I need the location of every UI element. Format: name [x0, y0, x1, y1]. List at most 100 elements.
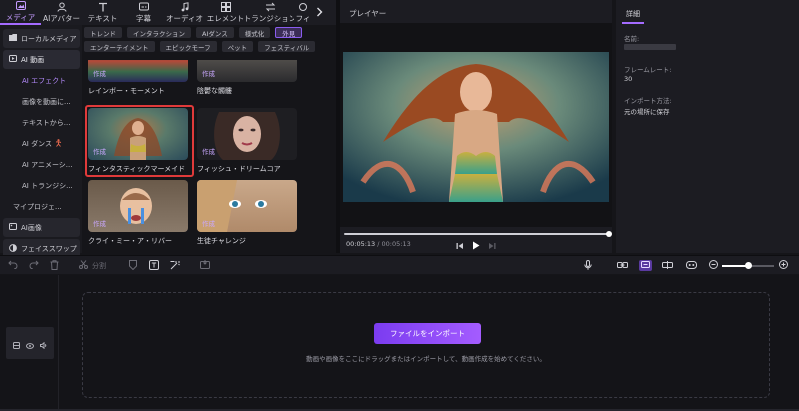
avatar-icon — [56, 2, 67, 12]
play-icon — [472, 235, 480, 254]
tab-text[interactable]: テキスト — [82, 0, 123, 25]
nav-ai-animation-label: AI アニメーシ... — [22, 160, 73, 169]
chip-trend[interactable]: トレンド — [84, 27, 122, 38]
timeline-area: ファイルをインポート 動画や画像をここにドラッグまたはインポートして、動画作成を… — [0, 275, 799, 411]
effect-caption: 陰鬱な髑髏 — [197, 87, 232, 95]
import-file-button[interactable]: ファイルをインポート — [374, 323, 481, 344]
effect-card-cry-me-a-river[interactable]: 作成 クライ・ミー・ア・リバー — [88, 180, 188, 246]
playback-scrubber[interactable] — [606, 231, 612, 237]
nav-ai-animation[interactable]: AI アニメーシ... — [3, 155, 80, 174]
nav-ai-effect[interactable]: AI エフェクト — [3, 71, 80, 90]
chip-pet[interactable]: ペット — [221, 41, 254, 52]
zoom-out-icon — [709, 260, 718, 271]
export-frame-button[interactable] — [200, 260, 210, 271]
tab-audio-label: オーディオ — [166, 13, 203, 23]
microphone-button[interactable] — [584, 259, 592, 271]
zoom-in-icon — [779, 260, 788, 271]
nav-image-to-video[interactable]: 画像を動画に... — [3, 92, 80, 111]
track-header — [6, 327, 54, 359]
play-button[interactable] — [471, 239, 481, 249]
track-audio-icon[interactable] — [40, 334, 47, 353]
element-icon — [220, 1, 231, 12]
tab-details[interactable]: 詳細 — [622, 6, 644, 24]
magic-wand-icon — [170, 260, 180, 272]
chip-stylized[interactable]: 様式化 — [238, 27, 271, 38]
tab-ai-avatar[interactable]: AIアバター — [41, 0, 82, 25]
track-video-icon[interactable] — [13, 334, 20, 353]
effect-card-gloomy-skull[interactable]: 作成 陰鬱な髑髏 — [197, 60, 297, 96]
subtitle-icon — [138, 2, 149, 12]
text-box-icon — [149, 259, 159, 272]
tab-ai-avatar-label: AIアバター — [42, 13, 81, 23]
prev-frame-icon — [456, 235, 464, 254]
effect-card-rainbow-moment[interactable]: 作成 レインボー・モーメント — [88, 60, 188, 96]
nav-ai-transition-label: AI トランジシ... — [22, 181, 73, 190]
link-button[interactable] — [617, 260, 628, 271]
effect-caption: 生徒チャレンジ — [197, 237, 246, 245]
chip-appearance[interactable]: 外見 — [275, 27, 303, 38]
chip-festival[interactable]: フェスティバル — [258, 41, 316, 52]
chip-entertainment[interactable]: エンターテイメント — [84, 41, 155, 52]
scissors-icon — [79, 260, 88, 271]
tab-audio[interactable]: オーディオ — [164, 0, 205, 25]
toolbar-next-button[interactable] — [312, 0, 326, 25]
chip-interaction[interactable]: インタラクション — [127, 27, 191, 38]
nav-ai-transition[interactable]: AI トランジシ... — [3, 176, 80, 195]
effect-card-fantastic-mermaid[interactable]: 作成 フィンタスティックマーメイド — [85, 105, 194, 177]
nav-text-to-video[interactable]: テキストから... — [3, 113, 80, 132]
prev-frame-button[interactable] — [455, 239, 465, 249]
nav-ai-image-label: AI画像 — [21, 223, 42, 232]
nav-text-to-video-label: テキストから... — [22, 118, 71, 127]
zoom-slider-handle[interactable] — [744, 262, 752, 269]
undo-button[interactable] — [8, 260, 18, 271]
zoom-slider[interactable] — [722, 262, 774, 269]
chip-epic-morph[interactable]: エピックモーフ — [159, 41, 217, 52]
tab-element[interactable]: エレメント — [205, 0, 246, 25]
filter-chips: トレンド インタラクション AIダンス 様式化 外見 エンターテイメント エピッ… — [84, 27, 334, 55]
ai-track-button[interactable] — [639, 260, 652, 271]
effect-card-student-challenge[interactable]: 作成 生徒チャレンジ — [197, 180, 297, 246]
nav-my-projects[interactable]: マイプロジェ... — [3, 197, 80, 216]
framerate-label: フレームレート: — [624, 66, 672, 74]
nav-ai-image[interactable]: AI画像 — [3, 218, 80, 237]
tab-element-label: エレメント — [206, 13, 245, 23]
total-time: 00:05:13 — [381, 240, 411, 248]
link-icon — [617, 261, 628, 271]
track-visibility-icon[interactable] — [26, 334, 34, 353]
player-title: プレイヤー — [349, 9, 387, 18]
timeline-toolbar: 分割 — [0, 255, 799, 274]
next-frame-button[interactable] — [487, 239, 497, 249]
tab-subtitle[interactable]: 字幕 — [123, 0, 164, 25]
folder-icon — [9, 34, 17, 43]
tab-transition[interactable]: トランジション — [246, 0, 294, 25]
tab-transition-label: トランジション — [246, 13, 294, 23]
name-label: 名前: — [624, 35, 640, 43]
tab-filter[interactable]: フィ — [294, 0, 312, 25]
snap-button[interactable] — [662, 260, 673, 271]
magic-tool-button[interactable] — [170, 260, 180, 271]
tab-media[interactable]: メディア — [0, 0, 41, 25]
effect-caption: レインボー・モーメント — [88, 87, 165, 95]
timecode: 00:05:13 / 00:05:13 — [346, 240, 411, 248]
marker-button[interactable] — [129, 259, 137, 271]
nav-local-media[interactable]: ローカルメディア — [3, 29, 80, 48]
redo-button[interactable] — [29, 260, 39, 271]
nav-ai-video[interactable]: AI 動画 — [3, 50, 80, 69]
effect-card-fish-dreamcore[interactable]: 作成 フィッシュ・ドリームコア — [197, 108, 297, 174]
undo-icon — [8, 260, 18, 271]
media-drop-zone[interactable]: ファイルをインポート 動画や画像をここにドラッグまたはインポートして、動画作成を… — [82, 292, 770, 398]
nav-ai-dance[interactable]: AI ダンス — [3, 134, 80, 153]
delete-button[interactable] — [50, 259, 59, 271]
zoom-in-button[interactable] — [779, 260, 788, 271]
transition-icon — [265, 2, 276, 12]
snap-icon — [662, 260, 673, 271]
tab-subtitle-label: 字幕 — [136, 13, 151, 23]
text-tool-button[interactable] — [149, 259, 159, 272]
chip-ai-dance[interactable]: AIダンス — [196, 27, 234, 38]
split-button[interactable]: 分割 — [79, 260, 106, 271]
player-viewport[interactable] — [340, 23, 612, 227]
video-preview[interactable] — [343, 52, 609, 202]
eye-button[interactable] — [686, 260, 697, 271]
zoom-out-button[interactable] — [709, 260, 718, 271]
tab-media-label: メディア — [5, 12, 36, 22]
